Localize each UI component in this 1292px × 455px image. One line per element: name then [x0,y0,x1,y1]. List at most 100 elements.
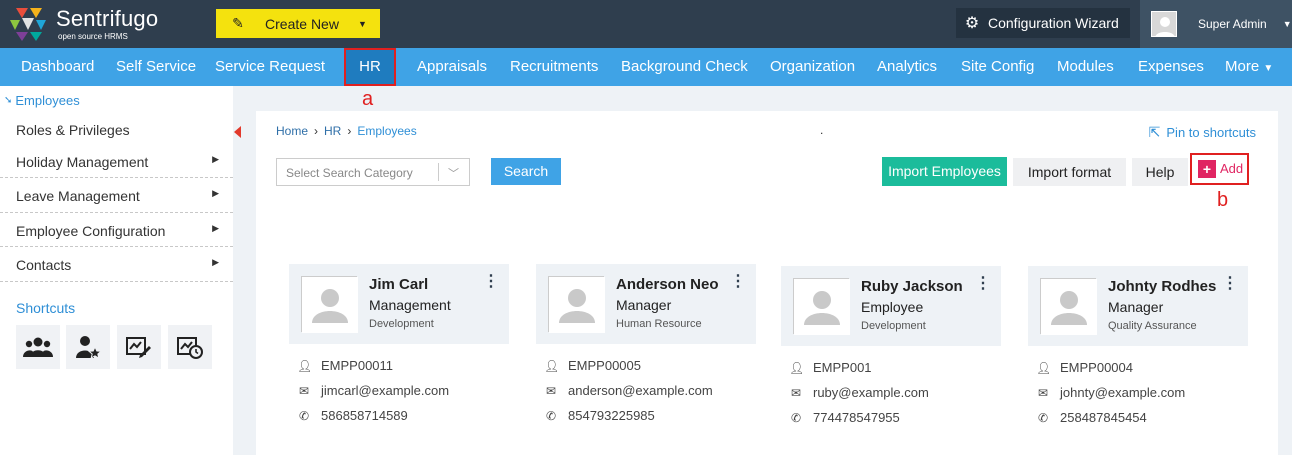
phone-icon: ✆ [298,408,310,423]
employee-email: johnty@example.com [1060,385,1186,400]
shortcut-approval-edit[interactable] [117,325,161,369]
shortcut-user-star[interactable] [66,325,110,369]
add-employee-button[interactable]: + Add [1190,153,1249,185]
breadcrumb: Home › HR › Employees [276,124,423,138]
create-new-button[interactable]: ✎ Create New ▼ [216,9,380,38]
employee-name: Anderson Neo [616,276,719,293]
plus-icon: + [1198,160,1216,178]
annotation-a: a [362,88,374,110]
nav-dashboard[interactable]: Dashboard [21,48,94,86]
divider [0,177,233,178]
sidebar-item-employees[interactable]: ➘ Employees [4,93,80,108]
employee-id: EMPP00011 [321,358,394,373]
breadcrumb-hr[interactable]: HR [324,124,341,138]
sidebar-item-label: Employees [15,93,80,108]
more-vertical-icon[interactable]: ⋮ [730,274,746,290]
more-vertical-icon[interactable]: ⋮ [483,274,499,290]
sidebar-item-contacts[interactable]: Contacts ▶ [0,248,233,282]
employee-role: Manager [1108,299,1164,315]
employee-photo [301,276,358,333]
approval-edit-icon [126,337,151,358]
employee-phone: 258487845454 [1060,410,1147,425]
phone-icon: ✆ [1037,410,1049,425]
employee-name: Ruby Jackson [861,278,963,295]
sidebar-item-label: Contacts [16,257,72,273]
breadcrumb-home[interactable]: Home [276,124,308,138]
sidebar-item-employee-configuration[interactable]: Employee Configuration ▶ [0,214,233,248]
user-silhouette-icon [1155,17,1175,36]
nav-modules[interactable]: Modules [1057,48,1114,86]
search-category-select[interactable]: Select Search Category ﹀ [276,158,470,186]
employee-id: EMPP00004 [1060,360,1133,375]
nav-expenses[interactable]: Expenses [1138,48,1204,86]
employee-role: Employee [861,299,924,315]
sidebar-item-roles-privileges[interactable]: Roles & Privileges [0,113,233,147]
employee-phone: 774478547955 [813,410,900,425]
nav-self-service[interactable]: Self Service [116,48,196,86]
nav-recruitments[interactable]: Recruitments [510,48,598,86]
caret-right-icon: ▶ [212,257,219,267]
brand-name: Sentrifugo [56,6,159,31]
employee-email-row: ✉ anderson@example.com [544,383,713,398]
sidebar-item-leave-management[interactable]: Leave Management ▶ [0,179,233,213]
nav-service-request[interactable]: Service Request [215,48,325,86]
nav-site-config[interactable]: Site Config [961,48,1034,86]
arrow-down-right-icon: ➘ [4,95,13,106]
employee-role: Management [369,297,451,313]
nav-hr[interactable]: HR [344,48,396,86]
sidebar-item-holiday-management[interactable]: Holiday Management ▶ [0,145,233,179]
more-vertical-icon[interactable]: ⋮ [1222,276,1238,292]
employee-role: Manager [616,297,672,313]
user-name: Super Admin [1198,17,1267,31]
caret-right-icon: ▶ [212,154,219,164]
shortcut-team[interactable] [16,325,60,369]
employee-photo [1040,278,1097,335]
envelope-icon: ✉ [790,385,802,400]
employee-id-row: 👤︎ EMPP00004 [1036,360,1133,375]
configuration-wizard-label: Configuration Wizard [988,15,1119,31]
caret-down-icon: ▼ [358,18,367,29]
brand-logo[interactable]: Sentrifugo open source HRMS [8,4,208,44]
divider [438,163,439,181]
employee-email-row: ✉ ruby@example.com [789,385,929,400]
share-icon: ⇱ [1148,124,1161,140]
employee-card-header: Jim Carl Management Development ⋮ [289,264,509,344]
employee-phone-row: ✆ 586858714589 [297,408,408,423]
help-button[interactable]: Help [1132,158,1188,186]
main-panel: Home › HR › Employees . ⇱ Pin to shortcu… [256,111,1278,455]
configuration-wizard-button[interactable]: ⚙ Configuration Wizard [956,8,1130,38]
breadcrumb-current: Employees [357,124,417,138]
add-label: Add [1220,161,1244,176]
divider [0,281,233,282]
employee-photo [548,276,605,333]
nav-more[interactable]: More ▼ [1225,48,1273,86]
sidebar-item-label: Employee Configuration [16,223,166,239]
team-icon [23,337,53,357]
sidebar-item-label: Holiday Management [16,154,149,170]
nav-organization[interactable]: Organization [770,48,855,86]
more-vertical-icon[interactable]: ⋮ [975,276,991,292]
employee-card-header: Anderson Neo Manager Human Resource ⋮ [536,264,756,344]
pin-to-shortcuts-link[interactable]: ⇱ Pin to shortcuts [1149,124,1256,141]
import-format-button[interactable]: Import format [1013,158,1126,186]
envelope-icon: ✉ [298,383,310,398]
nav-analytics[interactable]: Analytics [877,48,937,86]
import-employees-button[interactable]: Import Employees [882,157,1007,186]
search-button[interactable]: Search [491,158,561,185]
nav-more-label: More [1225,58,1260,75]
user-placeholder-icon [1041,279,1097,335]
user-star-icon [76,336,101,359]
caret-down-icon: ▼ [1263,63,1274,74]
employee-card-header: Johnty Rodhes Manager Quality Assurance … [1028,266,1248,346]
annotation-b: b [1217,189,1229,211]
nav-appraisals[interactable]: Appraisals [417,48,487,86]
employee-email-row: ✉ jimcarl@example.com [297,383,449,398]
user-icon: 👤︎ [789,360,805,375]
nav-background-check[interactable]: Background Check [621,48,748,86]
sidebar-collapse-arrow-icon[interactable] [234,126,241,138]
shortcut-approval-clock[interactable] [168,325,212,369]
employee-id: EMPP001 [813,360,872,375]
create-new-label: Create New [265,15,339,32]
shortcuts-title: Shortcuts [16,300,76,316]
user-menu[interactable]: Super Admin ▼ [1140,0,1292,48]
